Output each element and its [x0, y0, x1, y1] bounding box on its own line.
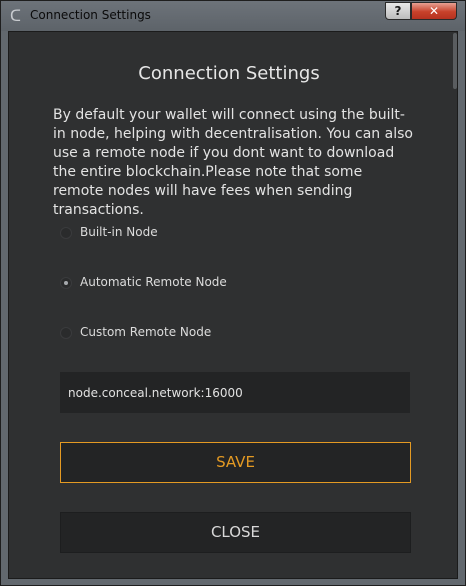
radio-button[interactable]	[60, 327, 72, 339]
window-close-button[interactable]: ✕	[411, 2, 457, 20]
help-button[interactable]: ?	[385, 2, 411, 20]
page-title: Connection Settings	[138, 63, 320, 84]
radio-button[interactable]	[60, 227, 72, 239]
title-bar[interactable]: ᑕ Connection Settings ? ✕	[1, 1, 465, 31]
dialog-panel: Connection Settings By default your wall…	[8, 31, 458, 579]
save-button[interactable]: SAVE	[60, 442, 411, 483]
connection-settings-window: ᑕ Connection Settings ? ✕ Connection Set…	[0, 0, 466, 586]
remote-node-address-input[interactable]	[60, 372, 410, 413]
description-text: By default your wallet will connect usin…	[53, 107, 413, 218]
option-label: Built-in Node	[80, 225, 158, 239]
option-label: Automatic Remote Node	[80, 275, 227, 289]
option-label: Custom Remote Node	[80, 325, 212, 339]
help-icon: ?	[394, 4, 402, 18]
close-button[interactable]: CLOSE	[60, 512, 411, 553]
radio-button-selected[interactable]	[60, 277, 72, 289]
app-icon: ᑕ	[10, 7, 21, 25]
close-icon: ✕	[428, 4, 440, 18]
window-title: Connection Settings	[30, 8, 151, 22]
scrollbar[interactable]	[453, 33, 457, 89]
